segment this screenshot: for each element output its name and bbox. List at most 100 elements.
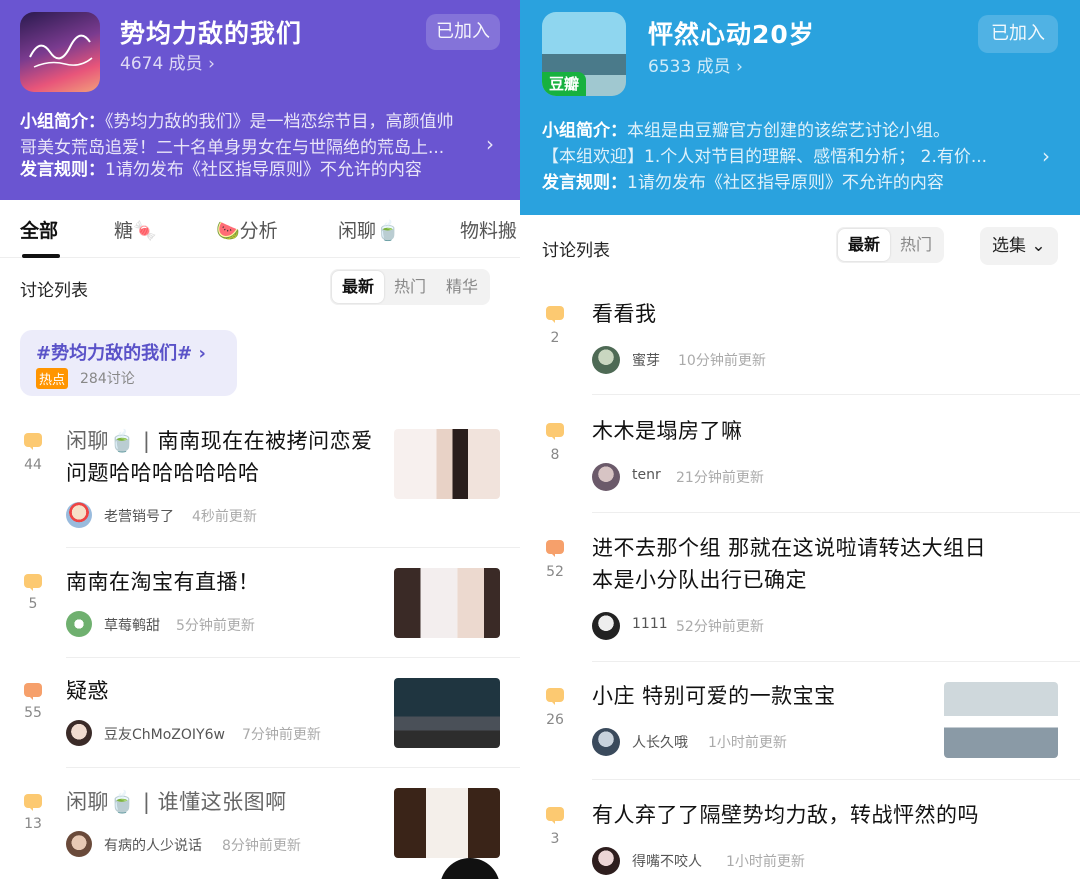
topic-count: 284讨论 bbox=[80, 371, 135, 387]
group-avatar[interactable]: 豆瓣 bbox=[542, 12, 626, 96]
comment-count: 55 bbox=[24, 705, 42, 721]
author-name[interactable]: 老营销号了 bbox=[104, 506, 174, 526]
author-name[interactable]: 有病的人少说话 bbox=[104, 835, 202, 855]
tab-chat[interactable]: 闲聊🍵 bbox=[338, 216, 400, 243]
list-item[interactable]: 44 闲聊🍵 | 南南现在在被拷问恋爱问题哈哈哈哈哈哈哈 老营销号了 4秒前更新 bbox=[0, 425, 520, 548]
list-item[interactable]: 55 疑惑 豆友ChMoZOIY6w 7分钟前更新 bbox=[0, 675, 520, 768]
divider bbox=[592, 661, 1080, 662]
chevron-right-icon: › bbox=[208, 54, 215, 74]
sort-hot[interactable]: 热门 bbox=[384, 271, 436, 303]
update-time: 10分钟前更新 bbox=[678, 353, 766, 369]
comment-bubble-icon bbox=[546, 807, 564, 824]
avatar[interactable] bbox=[592, 728, 620, 756]
sort-latest[interactable]: 最新 bbox=[332, 271, 385, 303]
comment-count: 2 bbox=[550, 330, 560, 346]
hot-topic-card[interactable]: #势均力敌的我们# › 热点 284讨论 bbox=[20, 330, 237, 396]
intro-expand-chevron-icon[interactable]: › bbox=[1042, 144, 1050, 168]
intro-label: 小组简介： bbox=[542, 121, 627, 141]
divider bbox=[592, 779, 1080, 780]
list-item[interactable]: 8 木木是塌房了嘛 tenr 21分钟前更新 bbox=[520, 415, 1080, 513]
comment-bubble-icon bbox=[546, 688, 564, 705]
group-rules: 发言规则：1请勿发布《社区指导原则》不允许的内容 bbox=[542, 170, 1032, 196]
group-rules: 发言规则：1请勿发布《社区指导原则》不允许的内容 bbox=[20, 157, 500, 183]
comment-count: 26 bbox=[546, 712, 564, 728]
avatar[interactable] bbox=[66, 720, 92, 746]
update-time: 1小时前更新 bbox=[708, 735, 787, 751]
group-header: 势均力敌的我们 4674 成员 › 已加入 小组简介：《势均力敌的我们》是一档恋… bbox=[0, 0, 520, 200]
author-name[interactable]: 得嘴不咬人 bbox=[632, 851, 702, 871]
list-item[interactable]: 13 闲聊🍵 | 谁懂这张图啊 有病的人少说话 8分钟前更新 bbox=[0, 786, 520, 879]
divider bbox=[592, 512, 1080, 513]
comment-bubble-icon bbox=[546, 423, 564, 440]
comment-bubble-icon bbox=[546, 540, 564, 557]
avatar[interactable] bbox=[592, 847, 620, 875]
post-thumbnail[interactable] bbox=[394, 429, 500, 499]
list-item[interactable]: 3 有人弃了了隔壁势均力敌，转战怦然的吗 得嘴不咬人 1小时前更新 bbox=[520, 799, 1080, 879]
update-time: 21分钟前更新 bbox=[676, 470, 764, 486]
sort-hot[interactable]: 热门 bbox=[890, 229, 942, 261]
list-item[interactable]: 5 南南在淘宝有直播！ 草莓鹌甜 5分钟前更新 bbox=[0, 566, 520, 658]
group-avatar[interactable] bbox=[20, 12, 100, 92]
category-tabs: 全部 糖🍬 🍉分析 闲聊🍵 物料搬 bbox=[0, 200, 520, 258]
group-members-link[interactable]: 6533 成员 › bbox=[648, 52, 743, 77]
sort-latest[interactable]: 最新 bbox=[838, 229, 891, 261]
episode-select-dropdown[interactable]: 选集 ⌄ bbox=[980, 227, 1058, 265]
sort-featured[interactable]: 精华 bbox=[436, 271, 488, 303]
author-name[interactable]: tenr bbox=[632, 467, 661, 483]
post-title: 闲聊🍵 | 谁懂这张图啊 bbox=[66, 790, 287, 814]
members-count: 6533 成员 bbox=[648, 57, 731, 77]
tab-materials[interactable]: 物料搬 bbox=[460, 216, 517, 243]
comment-bubble-icon bbox=[546, 306, 564, 323]
comment-bubble-icon bbox=[24, 574, 42, 591]
comment-count: 52 bbox=[546, 564, 564, 580]
comment-count: 8 bbox=[550, 447, 560, 463]
update-time: 5分钟前更新 bbox=[176, 618, 255, 634]
author-name[interactable]: 草莓鹌甜 bbox=[104, 615, 160, 635]
list-item[interactable]: 26 小庄 特别可爱的一款宝宝 人长久哦 1小时前更新 bbox=[520, 680, 1080, 780]
tab-analysis[interactable]: 🍉分析 bbox=[216, 216, 278, 243]
author-name[interactable]: 蜜芽 bbox=[632, 350, 660, 370]
list-item[interactable]: 2 看看我 蜜芽 10分钟前更新 bbox=[520, 298, 1080, 395]
comment-bubble-icon bbox=[24, 794, 42, 811]
post-title: 有人弃了了隔壁势均力敌，转战怦然的吗 bbox=[592, 803, 979, 827]
avatar[interactable] bbox=[592, 346, 620, 374]
avatar[interactable] bbox=[66, 611, 92, 637]
rules-text: 1请勿发布《社区指导原则》不允许的内容 bbox=[105, 160, 422, 180]
post-title: 南南在淘宝有直播！ bbox=[66, 570, 260, 594]
intro-text: 本组是由豆瓣官方创建的该综艺讨论小组。 bbox=[627, 121, 950, 141]
avatar[interactable] bbox=[66, 831, 92, 857]
right-group-panel: 豆瓣 怦然心动20岁 6533 成员 › 已加入 小组简介：本组是由豆瓣官方创建… bbox=[520, 0, 1080, 879]
post-thumbnail[interactable] bbox=[394, 568, 500, 638]
post-thumbnail[interactable] bbox=[394, 678, 500, 748]
avatar[interactable] bbox=[592, 612, 620, 640]
members-count: 4674 成员 bbox=[120, 54, 203, 74]
avatar[interactable] bbox=[66, 502, 92, 528]
divider bbox=[66, 547, 520, 548]
group-intro[interactable]: 小组简介：《势均力敌的我们》是一档恋综节目，高颜值帅 哥美女荒岛追爱！二十名单身… bbox=[20, 109, 480, 161]
post-thumbnail[interactable] bbox=[394, 788, 500, 858]
post-title: 疑惑 bbox=[66, 679, 109, 703]
post-title: 小庄 特别可爱的一款宝宝 bbox=[592, 684, 836, 708]
group-members-link[interactable]: 4674 成员 › bbox=[120, 49, 215, 74]
post-title: 木木是塌房了嘛 bbox=[592, 419, 743, 443]
list-item[interactable]: 52 进不去那个组 那就在这说啦请转达大组日 本是小分队出行已确定 1111 52… bbox=[520, 532, 1080, 662]
intro-expand-chevron-icon[interactable]: › bbox=[486, 132, 494, 156]
author-name[interactable]: 1111 bbox=[632, 616, 668, 632]
author-name[interactable]: 人长久哦 bbox=[632, 732, 688, 752]
group-intro[interactable]: 小组简介：本组是由豆瓣官方创建的该综艺讨论小组。 【本组欢迎】1.个人对节目的理… bbox=[542, 118, 1032, 170]
intro-label: 小组简介： bbox=[20, 112, 105, 132]
divider bbox=[66, 767, 520, 768]
joined-button[interactable]: 已加入 bbox=[978, 15, 1058, 53]
post-title: 闲聊🍵 | 南南现在在被拷问恋爱问题哈哈哈哈哈哈哈 bbox=[66, 429, 373, 485]
douban-badge: 豆瓣 bbox=[542, 72, 586, 96]
joined-button[interactable]: 已加入 bbox=[426, 14, 500, 50]
active-tab-indicator bbox=[22, 254, 60, 258]
list-header: 讨论列表 bbox=[20, 281, 88, 301]
tab-all[interactable]: 全部 bbox=[20, 216, 58, 243]
avatar[interactable] bbox=[592, 463, 620, 491]
intro-text: 《势均力敌的我们》是一档恋综节目，高颜值帅 bbox=[105, 112, 454, 132]
author-name[interactable]: 豆友ChMoZOIY6w bbox=[104, 724, 225, 744]
sort-segment: 最新 热门 bbox=[836, 227, 945, 263]
tab-sugar[interactable]: 糖🍬 bbox=[114, 216, 157, 243]
post-thumbnail[interactable] bbox=[944, 682, 1058, 758]
